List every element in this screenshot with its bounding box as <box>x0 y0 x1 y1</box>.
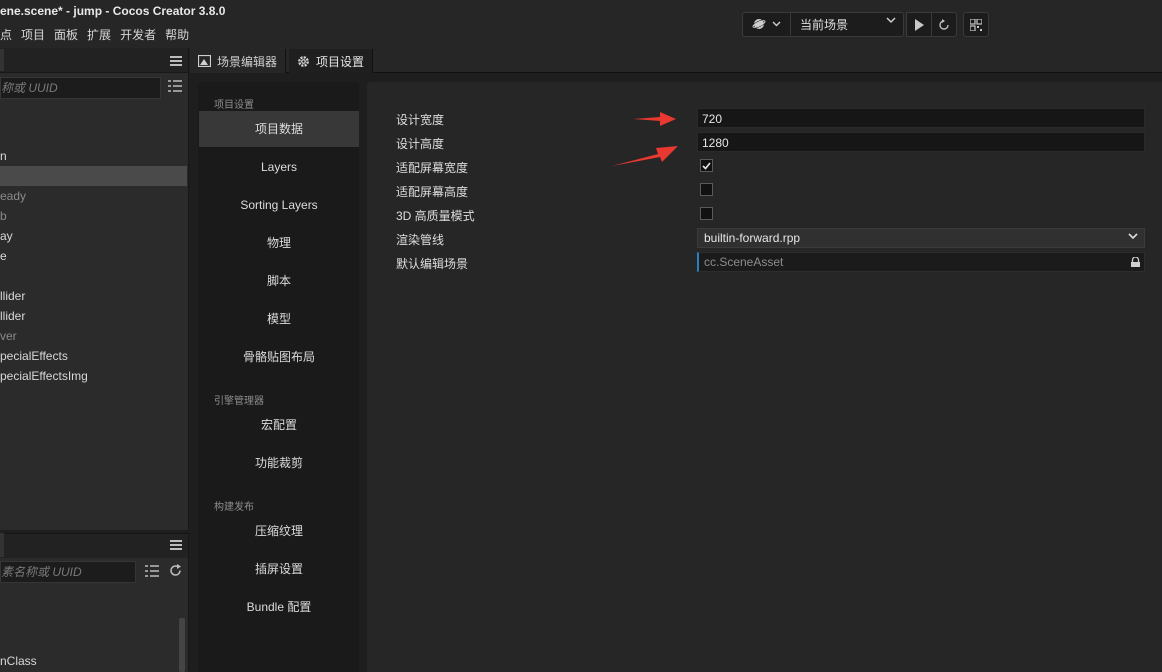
menu-icon[interactable] <box>170 540 182 550</box>
nav-item-macro-config[interactable]: 宏配置 <box>199 407 359 443</box>
sort-list-icon[interactable] <box>145 565 159 580</box>
hierarchy-header <box>0 48 188 73</box>
default-scene-label: 默认编辑场景 <box>396 257 469 271</box>
nav-item-feature-cropping[interactable]: 功能裁剪 <box>199 445 359 481</box>
tree-item[interactable]: eady <box>0 186 187 206</box>
sort-list-icon[interactable] <box>168 80 182 95</box>
tree-item[interactable]: ver <box>0 326 187 346</box>
tree-item[interactable] <box>0 266 187 286</box>
assets-search-input[interactable]: 素名称或 UUID <box>0 561 136 583</box>
refresh-icon <box>939 18 949 30</box>
nav-item-bundle-config[interactable]: Bundle 配置 <box>199 589 359 625</box>
design-height-label: 设计高度 <box>396 137 445 151</box>
design-height-input[interactable]: 1280 <box>697 132 1145 152</box>
annotation-arrow-icon <box>633 112 676 126</box>
fit-height-checkbox[interactable] <box>700 183 713 196</box>
asset-item[interactable]: nClass <box>0 651 176 671</box>
tree-item[interactable]: llider <box>0 286 187 306</box>
menu-icon[interactable] <box>170 56 182 66</box>
nav-item-model[interactable]: 模型 <box>199 301 359 337</box>
nav-group-title: 引擎管理器 <box>214 396 264 407</box>
preview-platform-button[interactable] <box>742 12 791 35</box>
scene-editor-icon <box>198 55 211 67</box>
tree-item[interactable]: pecialEffects <box>0 346 187 366</box>
menu-item-extension[interactable]: 扩展 <box>87 26 116 43</box>
refresh-button[interactable] <box>931 12 957 37</box>
hq-3d-checkbox[interactable] <box>700 207 713 220</box>
chevron-down-icon <box>1128 229 1138 247</box>
assets-tab-stub[interactable] <box>0 533 4 557</box>
nav-item-splash-setting[interactable]: 插屏设置 <box>199 551 359 587</box>
nav-item-texture-compression[interactable]: 压缩纹理 <box>199 513 359 549</box>
menu-bar: 点 项目 面板 扩展 开发者 帮助 <box>0 26 198 43</box>
tree-item[interactable]: pecialEffectsImg <box>0 366 187 386</box>
hierarchy-tab-stub[interactable] <box>0 49 4 71</box>
play-icon <box>915 18 924 31</box>
lock-icon[interactable] <box>1130 256 1141 270</box>
tab-project-settings[interactable]: 项目设置 <box>289 49 374 73</box>
menu-item-developer[interactable]: 开发者 <box>120 26 161 43</box>
play-button[interactable] <box>906 12 932 37</box>
tree-item[interactable]: b <box>0 206 187 226</box>
tree-item[interactable]: ay <box>0 226 187 246</box>
nav-item-sorting-layers[interactable]: Sorting Layers <box>199 187 359 223</box>
qrcode-button[interactable] <box>963 12 989 37</box>
design-width-input[interactable]: 720 <box>697 108 1145 128</box>
window-title: ene.scene* - jump - Cocos Creator 3.8.0 <box>0 4 226 18</box>
globe-icon <box>751 18 766 29</box>
tree-item-selected[interactable] <box>0 166 187 186</box>
design-width-label: 设计宽度 <box>396 113 445 127</box>
default-scene-asset-field[interactable]: cc.SceneAsset <box>697 252 1145 272</box>
nav-group-title: 项目设置 <box>214 100 254 111</box>
chevron-down-icon <box>886 15 896 27</box>
qrcode-icon <box>970 18 982 31</box>
tree-item[interactable]: e <box>0 246 187 266</box>
checkmark-icon <box>702 161 711 170</box>
menu-item-node[interactable]: 点 <box>0 26 17 43</box>
assets-header <box>0 533 188 558</box>
menu-item-help[interactable]: 帮助 <box>165 26 194 43</box>
render-pipeline-select[interactable]: builtin-forward.rpp <box>697 228 1145 248</box>
menu-item-project[interactable]: 项目 <box>21 26 50 43</box>
chevron-down-icon <box>772 21 780 26</box>
tab-scene-editor[interactable]: 场景编辑器 <box>190 49 287 73</box>
hq-3d-label: 3D 高质量模式 <box>396 209 475 223</box>
fit-width-checkbox[interactable] <box>700 159 713 172</box>
render-pipeline-label: 渲染管线 <box>396 233 445 247</box>
nav-item-project-data[interactable]: 项目数据 <box>199 111 359 147</box>
refresh-icon[interactable] <box>169 564 182 580</box>
project-data-panel <box>367 82 1162 672</box>
nav-item-physics[interactable]: 物理 <box>199 225 359 261</box>
annotation-arrow-icon <box>612 146 678 166</box>
assets-scrollbar[interactable] <box>179 618 185 672</box>
tab-label: 场景编辑器 <box>217 54 278 69</box>
tree-item[interactable]: llider <box>0 306 187 326</box>
fit-height-label: 适配屏幕高度 <box>396 185 469 199</box>
gear-icon <box>298 55 309 67</box>
nav-item-scripts[interactable]: 脚本 <box>199 263 359 299</box>
tab-label: 项目设置 <box>316 54 365 69</box>
nav-group-title: 构建发布 <box>214 502 254 513</box>
fit-width-label: 适配屏幕宽度 <box>396 161 469 175</box>
nav-item-layers[interactable]: Layers <box>199 149 359 185</box>
scene-select-value: 当前场景 <box>800 18 849 32</box>
menu-item-panel[interactable]: 面板 <box>54 26 83 43</box>
tree-item[interactable]: n <box>0 146 187 166</box>
hierarchy-search-input[interactable]: 称或 UUID <box>0 77 161 99</box>
nav-item-skeleton-atlas[interactable]: 骨骼贴图布局 <box>199 339 359 375</box>
render-pipeline-value: builtin-forward.rpp <box>704 231 801 245</box>
default-scene-value: cc.SceneAsset <box>704 255 784 269</box>
